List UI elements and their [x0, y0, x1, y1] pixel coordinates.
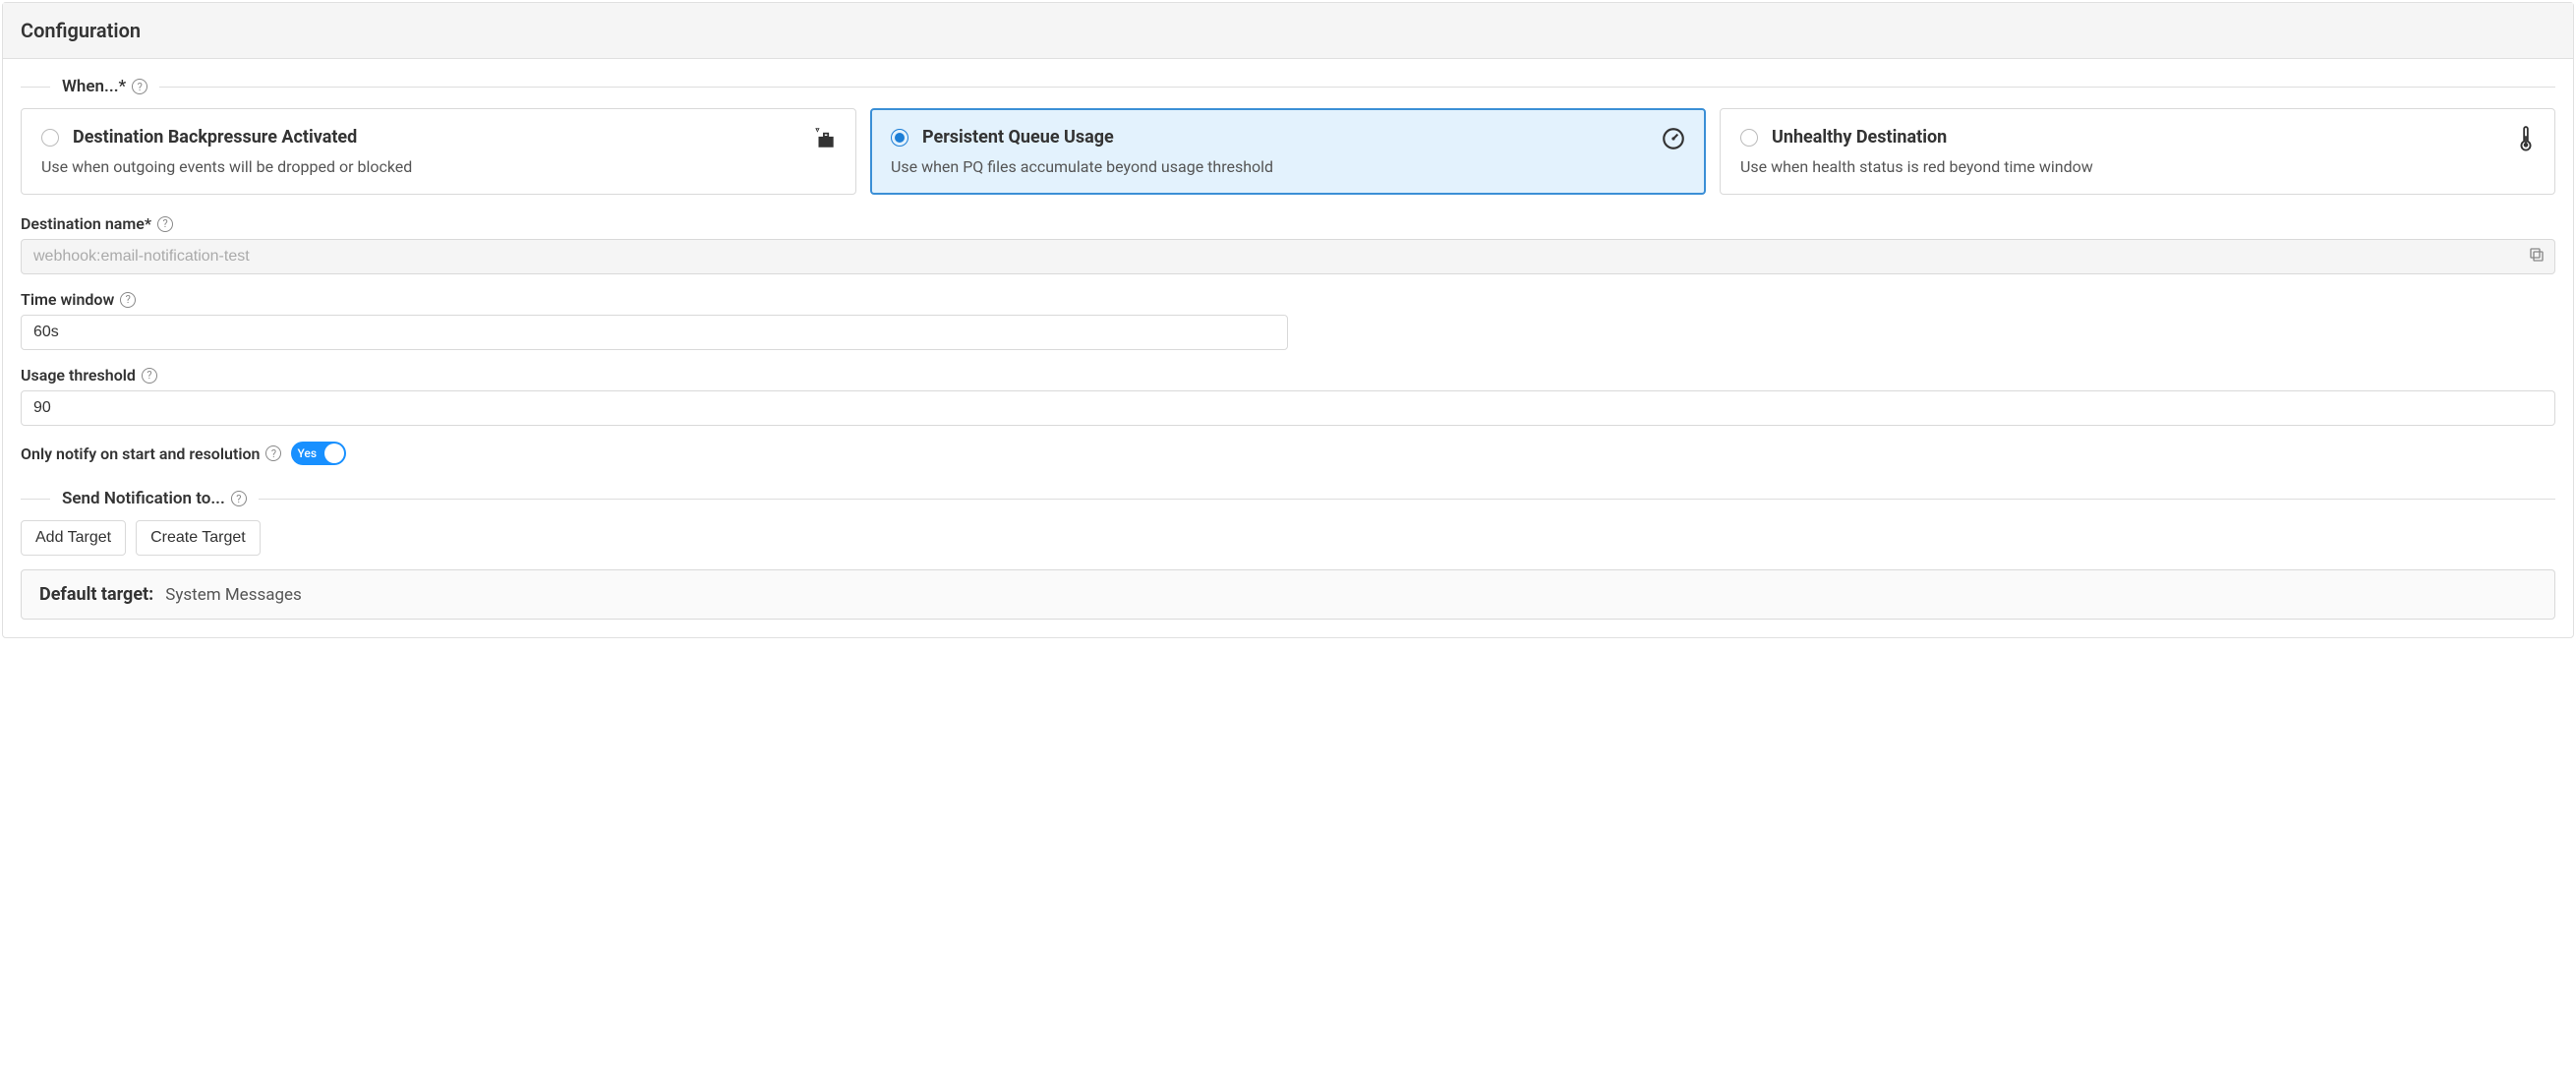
- help-icon[interactable]: ?: [142, 368, 157, 384]
- switch-knob: [324, 444, 344, 463]
- help-icon[interactable]: ?: [265, 445, 281, 461]
- notify-toggle-switch[interactable]: Yes: [291, 442, 346, 465]
- radio-unchecked[interactable]: [1740, 129, 1758, 147]
- configuration-panel: Configuration When...* ? Destination Bac…: [2, 2, 2574, 638]
- default-target-value: System Messages: [165, 585, 302, 605]
- time-window-label: Time window: [21, 290, 114, 309]
- notify-toggle-row: Only notify on start and resolution ? Ye…: [21, 442, 2555, 465]
- usage-threshold-group: Usage threshold ?: [21, 366, 2555, 426]
- notify-legend: Send Notification to...: [62, 489, 225, 508]
- divider: [21, 87, 50, 88]
- radio-checked[interactable]: [891, 129, 908, 147]
- when-legend: When...*: [62, 77, 126, 96]
- usage-threshold-input[interactable]: [21, 390, 2555, 426]
- destination-name-group: Destination name* ?: [21, 214, 2555, 274]
- panel-body: When...* ? Destination Backpressure Acti…: [3, 59, 2573, 637]
- thermometer-icon: [2515, 125, 2537, 156]
- trigger-option-pq-usage[interactable]: Persistent Queue Usage Use when PQ files…: [870, 108, 1706, 195]
- create-target-button[interactable]: Create Target: [136, 520, 261, 556]
- help-icon[interactable]: ?: [157, 216, 173, 232]
- panel-title: Configuration: [3, 3, 2573, 59]
- trigger-title: Destination Backpressure Activated: [73, 127, 357, 148]
- target-buttons: Add Target Create Target: [21, 520, 2555, 556]
- trigger-desc: Use when health status is red beyond tim…: [1740, 157, 2535, 176]
- default-target-label: Default target:: [39, 584, 153, 605]
- when-legend-row: When...* ?: [21, 77, 2555, 96]
- destination-name-input[interactable]: [21, 239, 2555, 274]
- copy-icon[interactable]: [2528, 246, 2546, 267]
- help-icon[interactable]: ?: [231, 491, 247, 506]
- time-window-group: Time window ?: [21, 290, 1288, 350]
- add-target-button[interactable]: Add Target: [21, 520, 126, 556]
- destination-name-label: Destination name*: [21, 214, 151, 233]
- trigger-desc: Use when outgoing events will be dropped…: [41, 157, 836, 176]
- help-icon[interactable]: ?: [120, 292, 136, 308]
- trigger-title: Persistent Queue Usage: [922, 127, 1114, 148]
- help-icon[interactable]: ?: [132, 79, 147, 94]
- gauge-icon: [1661, 126, 1686, 155]
- divider: [159, 87, 2555, 88]
- notify-toggle-label: Only notify on start and resolution: [21, 444, 260, 463]
- time-window-input[interactable]: [21, 315, 1288, 350]
- divider: [21, 499, 50, 500]
- trigger-option-unhealthy[interactable]: Unhealthy Destination Use when health st…: [1720, 108, 2555, 195]
- default-target-box: Default target: System Messages: [21, 569, 2555, 620]
- radio-unchecked[interactable]: [41, 129, 59, 147]
- usage-threshold-label: Usage threshold: [21, 366, 136, 385]
- notify-legend-row: Send Notification to... ?: [21, 489, 2555, 508]
- trigger-option-backpressure[interactable]: Destination Backpressure Activated Use w…: [21, 108, 856, 195]
- trigger-desc: Use when PQ files accumulate beyond usag…: [891, 157, 1685, 176]
- switch-state: Yes: [297, 446, 317, 460]
- divider: [259, 499, 2555, 500]
- trigger-options: Destination Backpressure Activated Use w…: [21, 108, 2555, 195]
- briefcase-alert-icon: [812, 125, 838, 154]
- trigger-title: Unhealthy Destination: [1772, 127, 1947, 148]
